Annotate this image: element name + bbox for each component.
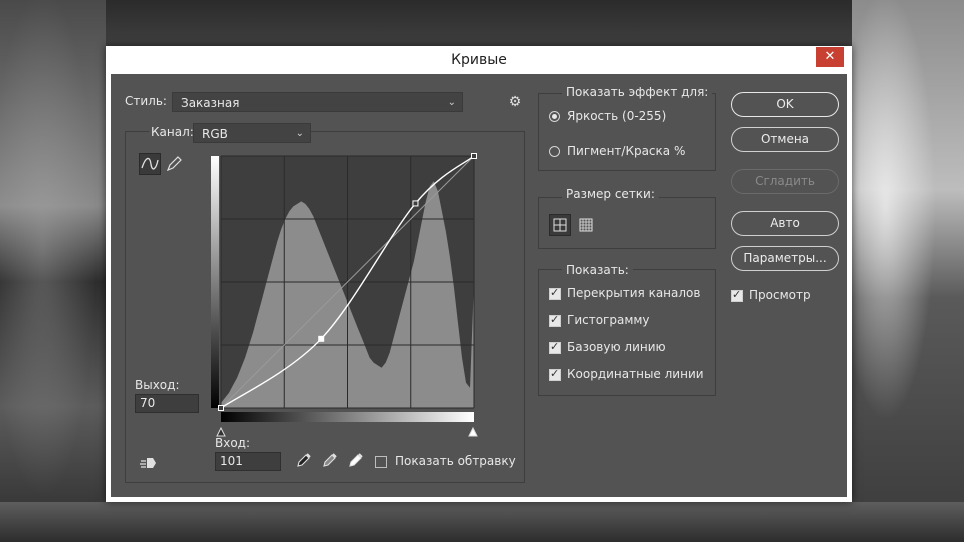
radio-brightness-label: Яркость (0-255) [567, 109, 667, 123]
white-point-slider[interactable] [468, 426, 478, 437]
background-photo-bottom [0, 502, 964, 542]
eyedropper-black-icon [297, 453, 311, 467]
curve-graph[interactable] [203, 150, 479, 447]
dialog-title: Кривые [451, 52, 507, 68]
channel-overlays-label: Перекрытия каналов [567, 286, 701, 300]
gray-eyedropper[interactable] [319, 450, 341, 472]
pencil-tool[interactable] [163, 153, 185, 175]
grid-detailed-button[interactable] [575, 214, 597, 236]
input-field[interactable]: 101 [215, 452, 281, 471]
input-gradient-bar [221, 412, 474, 422]
eyedropper-white-icon [349, 453, 363, 467]
dialog-body: Стиль: Заказная ⌄ ⚙ Канал: RGB ⌄ Выход: … [111, 74, 847, 497]
close-icon: ✕ [824, 49, 836, 64]
preview-checkbox[interactable] [731, 288, 743, 302]
clipping-checkbox[interactable] [375, 456, 387, 468]
curve-point[interactable] [471, 153, 477, 159]
checkbox-intersection-lines[interactable] [549, 367, 561, 381]
targeted-adjustment-tool[interactable] [138, 453, 160, 475]
black-eyedropper[interactable] [293, 450, 315, 472]
show-effect-groupbox [538, 93, 716, 171]
radio-brightness[interactable] [549, 111, 560, 122]
ok-button[interactable]: OK [731, 92, 839, 117]
channel-dropdown[interactable]: RGB ⌄ [193, 123, 311, 143]
gear-icon[interactable]: ⚙ [504, 91, 526, 113]
close-button[interactable]: ✕ [816, 47, 844, 67]
background-photo-left [0, 0, 106, 542]
chevron-down-icon: ⌄ [295, 128, 304, 139]
checkbox-baseline[interactable] [549, 340, 561, 354]
channel-value: RGB [202, 127, 228, 141]
hand-pointer-icon [140, 458, 156, 468]
curve-icon [141, 157, 159, 170]
input-label: Вход: [215, 436, 251, 450]
white-eyedropper[interactable] [345, 450, 367, 472]
grid-16-icon [579, 218, 593, 232]
curve-point[interactable] [218, 405, 224, 411]
preview-label: Просмотр [749, 288, 811, 302]
grid-size-title: Размер сетки: [562, 187, 659, 201]
clipping-label: Показать обтравку [395, 454, 516, 468]
checkbox-channel-overlays[interactable] [549, 286, 561, 300]
options-button[interactable]: Параметры... [731, 246, 839, 271]
intersection-lines-label: Координатные линии [567, 367, 704, 381]
curve-point[interactable] [412, 200, 419, 207]
checkbox-histogram[interactable] [549, 313, 561, 327]
histogram-label: Гистограмму [567, 313, 650, 327]
cancel-button[interactable]: Отмена [731, 127, 839, 152]
channel-label: Канал: [149, 125, 196, 139]
chevron-down-icon: ⌄ [447, 97, 456, 108]
grid-4-icon [553, 218, 567, 232]
black-point-slider[interactable] [216, 426, 226, 437]
curves-dialog: Кривые ✕ Стиль: Заказная ⌄ ⚙ Канал: RGB … [106, 46, 852, 502]
grid-simple-button[interactable] [549, 214, 571, 236]
radio-pigment[interactable] [549, 146, 560, 157]
style-value: Заказная [181, 96, 240, 110]
output-label: Выход: [135, 378, 180, 392]
dialog-titlebar: Кривые [106, 46, 852, 74]
style-dropdown[interactable]: Заказная ⌄ [172, 92, 463, 112]
eyedropper-gray-icon [323, 453, 337, 467]
output-gradient-bar [211, 156, 219, 408]
output-field[interactable]: 70 [135, 394, 199, 413]
curve-point-tool[interactable] [139, 153, 161, 175]
smooth-button[interactable]: Сгладить [731, 169, 839, 194]
curve-point[interactable] [318, 335, 325, 342]
show-title: Показать: [562, 263, 633, 277]
baseline-label: Базовую линию [567, 340, 666, 354]
auto-button[interactable]: Авто [731, 211, 839, 236]
show-effect-title: Показать эффект для: [562, 85, 713, 99]
radio-pigment-label: Пигмент/Краска % [567, 144, 686, 158]
background-photo-right [852, 0, 964, 542]
style-label: Стиль: [125, 94, 167, 108]
pencil-icon [166, 156, 182, 172]
